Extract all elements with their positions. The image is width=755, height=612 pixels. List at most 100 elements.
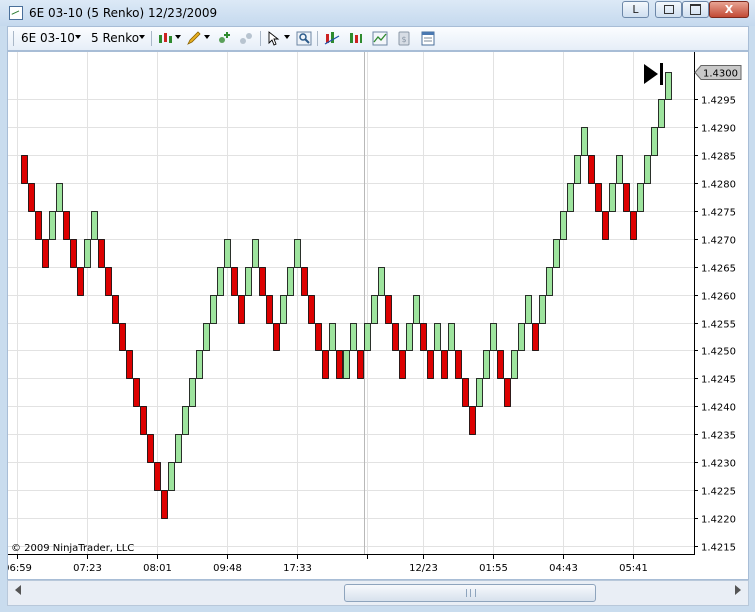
period-caret-icon[interactable]	[139, 35, 145, 39]
chart-panel[interactable]: 1.4215 1.4220 1.4225 1.4230 1.4235 1.4240 1.42…	[7, 51, 749, 580]
instrument-caret-icon[interactable]	[75, 35, 81, 39]
renko-brick-down	[462, 378, 469, 407]
renko-brick-up	[665, 72, 672, 100]
renko-brick-down	[301, 267, 308, 296]
renko-brick-down	[469, 406, 476, 435]
renko-brick-down	[595, 183, 602, 212]
x-tick-label: 12/23	[409, 563, 438, 574]
horizontal-scrollbar[interactable]	[7, 580, 749, 606]
renko-brick-up	[329, 323, 336, 351]
copyright-text: © 2009 NinjaTrader, LLC	[11, 543, 134, 554]
renko-brick-up	[196, 350, 203, 379]
period-selector[interactable]: 5 Renko	[91, 31, 139, 45]
renko-brick-down	[105, 267, 112, 296]
y-tick-label: 1.4230	[701, 459, 736, 470]
y-axis-labels: 1.4215 1.4220 1.4225 1.4230 1.4235 1.4240 1.42…	[694, 96, 736, 554]
zoom-icon[interactable]	[296, 31, 312, 46]
renko-brick-down	[623, 183, 630, 212]
minimize-button[interactable]: L	[622, 1, 649, 18]
strategies-icon[interactable]	[348, 31, 364, 46]
renko-brick-up	[168, 462, 175, 491]
renko-brick-up	[203, 323, 210, 351]
renko-brick-down	[273, 323, 280, 351]
renko-brick-up	[84, 239, 91, 268]
renko-brick-down	[336, 350, 343, 379]
renko-brick-up	[567, 183, 574, 212]
bar-type-caret-icon[interactable]	[175, 35, 181, 39]
renko-brick-up	[350, 323, 357, 351]
renko-brick-up	[574, 155, 581, 184]
renko-brick-down	[154, 462, 161, 491]
scroll-left-arrow-icon[interactable]	[15, 585, 21, 595]
chart-style-icon[interactable]	[372, 31, 388, 46]
maximize-icon	[690, 4, 701, 15]
restore-button[interactable]	[655, 1, 682, 18]
x-tick-label: 17:33	[283, 563, 312, 574]
renko-chart[interactable]: 1.4215 1.4220 1.4225 1.4230 1.4235 1.4240 1.42…	[8, 52, 748, 579]
crosshair-add-icon[interactable]	[216, 31, 232, 46]
y-tick-label: 1.4265	[701, 264, 736, 275]
pencil-draw-icon[interactable]	[186, 31, 202, 46]
scroll-to-end-icon	[644, 64, 658, 84]
y-tick-label: 1.4235	[701, 431, 736, 442]
renko-brick-down	[532, 323, 539, 351]
renko-brick-down	[21, 155, 28, 184]
y-tick-label: 1.4290	[701, 124, 736, 135]
instrument-selector[interactable]: 6E 03-10	[21, 31, 75, 45]
restore-icon	[663, 5, 674, 14]
x-tick-label: 01:55	[479, 563, 508, 574]
renko-brick-down	[455, 350, 462, 379]
renko-brick-up	[483, 350, 490, 379]
grid-lines	[8, 52, 694, 554]
y-tick-label: 1.4250	[701, 347, 736, 358]
y-tick-label: 1.4225	[701, 487, 736, 498]
renko-brick-up	[448, 323, 455, 351]
renko-brick-up	[252, 239, 259, 268]
renko-brick-down	[392, 323, 399, 351]
renko-brick-up	[616, 155, 623, 184]
x-tick-label: 08:01	[143, 563, 172, 574]
indicators-icon[interactable]	[324, 31, 340, 46]
renko-brick-up	[182, 406, 189, 435]
toolbar-separator	[151, 31, 152, 46]
close-button[interactable]: X	[709, 1, 749, 18]
toolbar-grip	[13, 31, 14, 46]
renko-brick-up	[224, 239, 231, 268]
x-tick-label: 05:41	[619, 563, 648, 574]
y-tick-label: 1.4285	[701, 152, 736, 163]
renko-brick-up	[658, 99, 665, 128]
cursor-caret-icon[interactable]	[284, 35, 290, 39]
save-icon[interactable]: $	[396, 31, 412, 46]
renko-brick-up	[609, 183, 616, 212]
bar-type-icon[interactable]	[158, 31, 174, 46]
renko-brick-down	[28, 183, 35, 212]
y-tick-label: 1.4280	[701, 180, 736, 191]
renko-brick-down	[588, 155, 595, 184]
properties-icon[interactable]	[420, 31, 436, 46]
renko-brick-up	[476, 378, 483, 407]
renko-brick-up	[637, 183, 644, 212]
renko-brick-down	[231, 267, 238, 296]
cursor-pointer-icon[interactable]	[266, 31, 282, 46]
scroll-right-arrow-icon[interactable]	[735, 585, 741, 595]
renko-brick-up	[511, 350, 518, 379]
renko-brick-down	[35, 211, 42, 240]
renko-brick-down	[399, 350, 406, 379]
renko-brick-up	[553, 239, 560, 268]
renko-brick-down	[42, 239, 49, 268]
draw-caret-icon[interactable]	[204, 35, 210, 39]
y-tick-label: 1.4240	[701, 403, 736, 414]
renko-brick-up	[371, 295, 378, 324]
scroll-end-bar-icon	[660, 63, 663, 85]
renko-brick-down	[238, 295, 245, 324]
scrollbar-thumb[interactable]	[344, 584, 596, 602]
renko-brick-up	[651, 127, 658, 156]
renko-brick-down	[63, 211, 70, 240]
renko-brick-down	[497, 350, 504, 379]
renko-brick-down	[266, 295, 273, 324]
link-icon[interactable]	[238, 31, 254, 46]
renko-brick-up	[581, 127, 588, 156]
maximize-button[interactable]	[682, 1, 709, 18]
renko-brick-down	[504, 378, 511, 407]
renko-brick-up	[245, 267, 252, 296]
